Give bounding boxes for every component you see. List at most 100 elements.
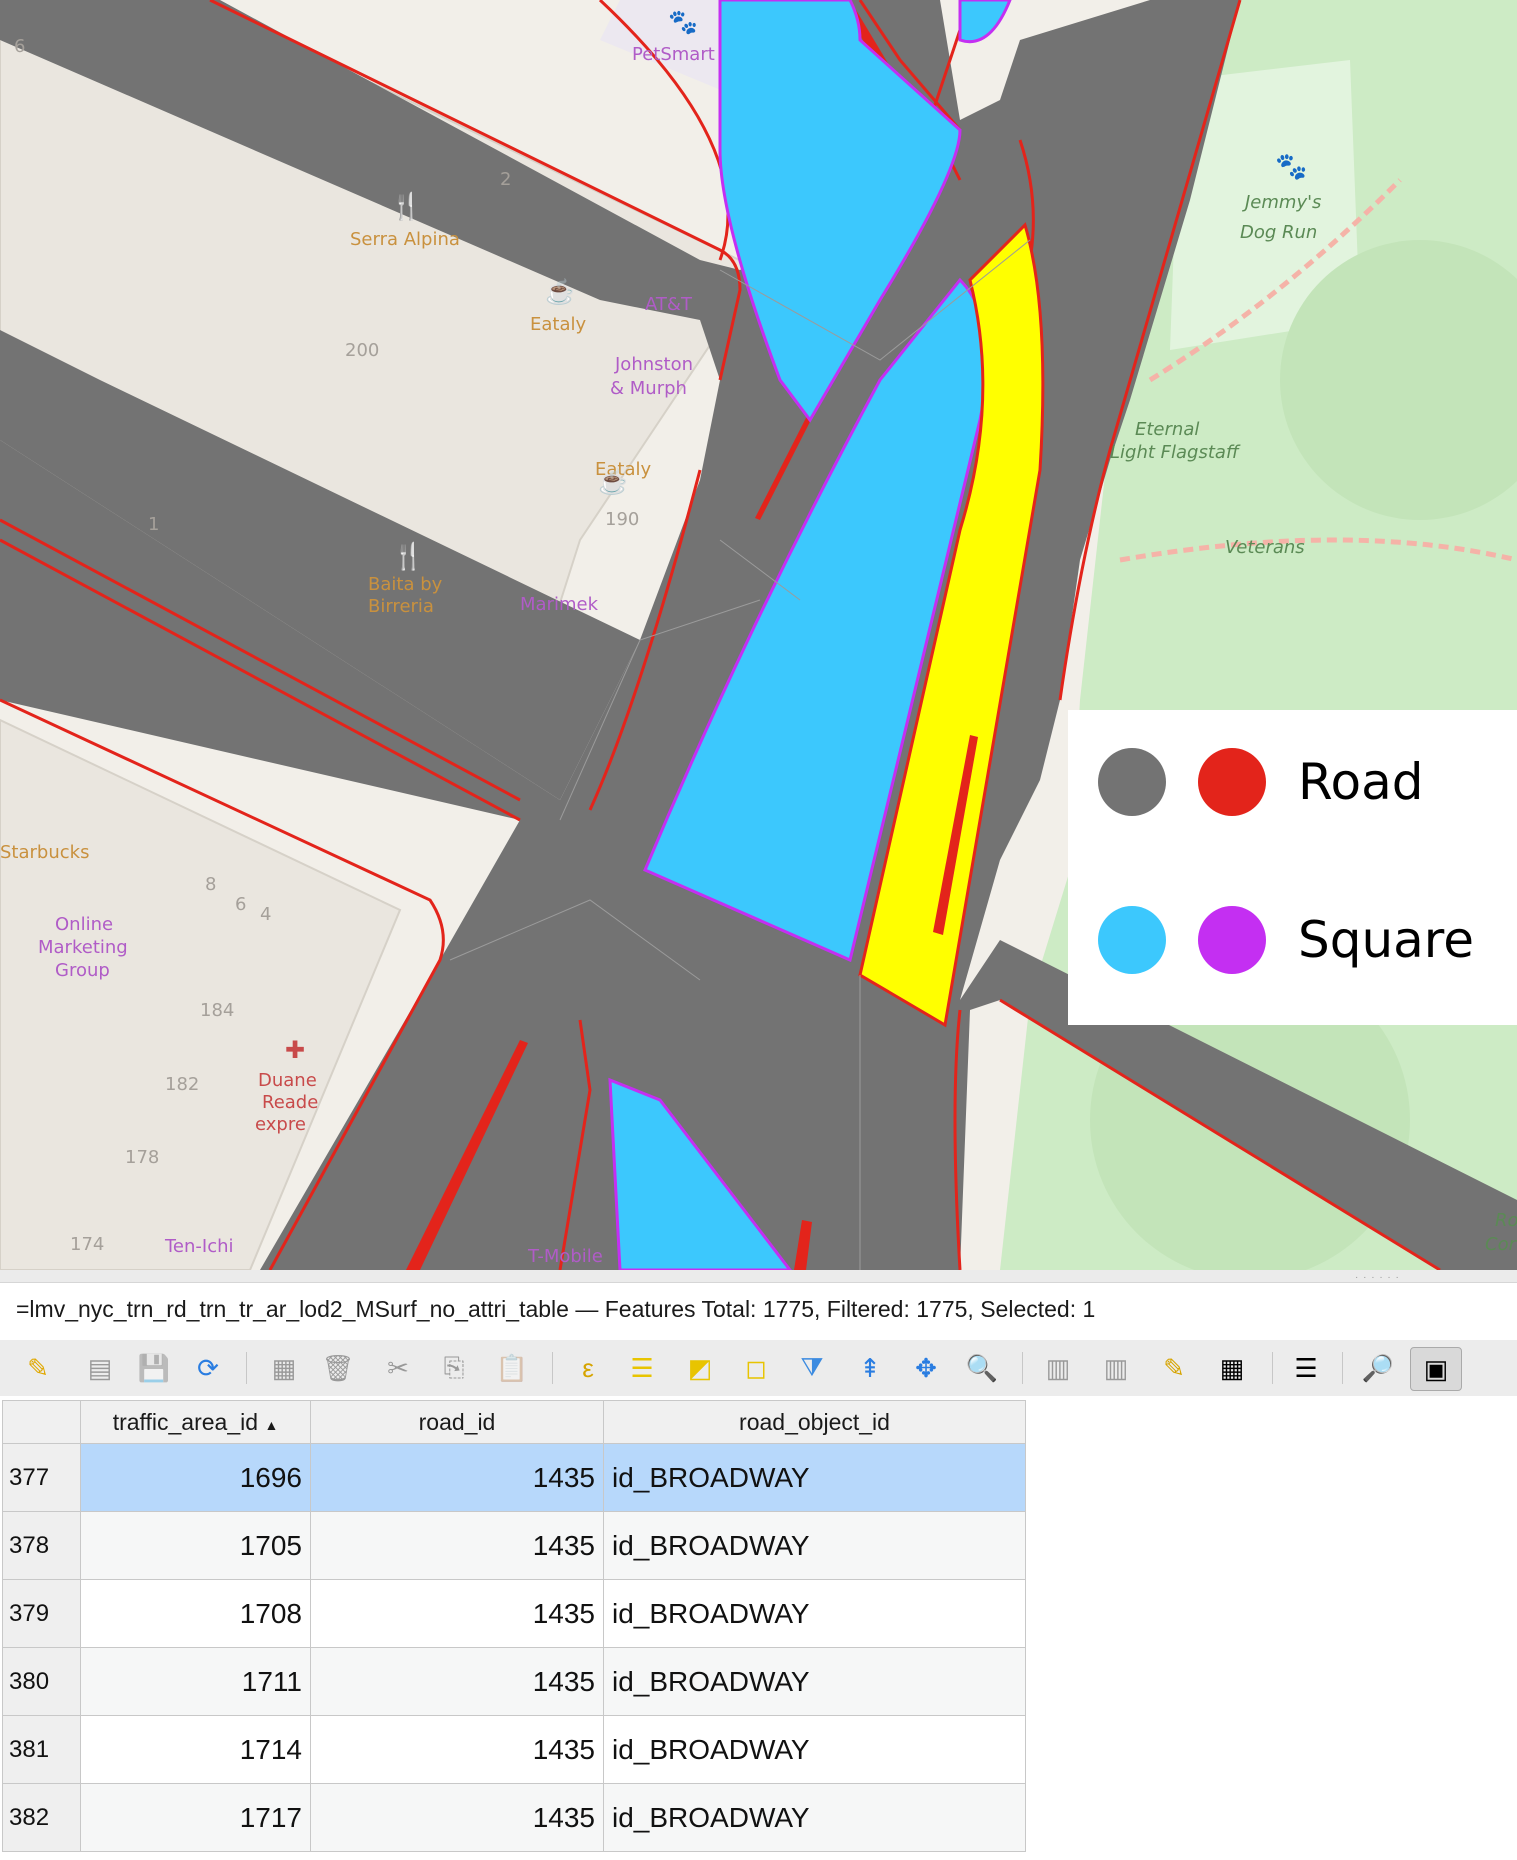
paste-icon[interactable]: 📋 bbox=[490, 1347, 534, 1389]
map-layers: PetSmart Serra Alpina Eataly AT&T Johnst… bbox=[0, 0, 1517, 1270]
map-label: Serra Alpina bbox=[350, 229, 460, 250]
map-label: Eataly bbox=[530, 314, 586, 335]
deselect-icon[interactable]: ◻ bbox=[734, 1347, 778, 1389]
map-label: Light Flagstaff bbox=[1110, 442, 1241, 463]
actions-icon[interactable]: ☰ bbox=[1284, 1347, 1328, 1389]
map-label: PetSmart bbox=[632, 44, 715, 65]
cafe-icon: ☕ bbox=[545, 277, 575, 306]
legend-row-square: Square bbox=[1098, 900, 1474, 980]
row-number[interactable]: 382 bbox=[2, 1783, 81, 1852]
table-cell[interactable]: 1717 bbox=[80, 1783, 311, 1852]
table-cell[interactable]: 1435 bbox=[310, 1511, 604, 1580]
map-label: Duane bbox=[258, 1070, 317, 1091]
pharmacy-icon: ✚ bbox=[285, 1037, 305, 1064]
reload-icon[interactable]: ⟳ bbox=[186, 1347, 230, 1389]
row-number[interactable]: 380 bbox=[2, 1647, 81, 1716]
column-header-traffic-area-id[interactable]: traffic_area_id ▲ bbox=[80, 1400, 311, 1444]
select-all-icon[interactable]: ☰ bbox=[620, 1347, 664, 1389]
zoom-to-selected-icon[interactable]: 🔍 bbox=[960, 1347, 1004, 1389]
table-row[interactable]: 381 1714 1435 id_BROADWAY bbox=[2, 1715, 1026, 1784]
table-cell[interactable]: id_BROADWAY bbox=[603, 1511, 1026, 1580]
new-field-icon[interactable]: ▥ bbox=[1036, 1347, 1080, 1389]
row-number[interactable]: 378 bbox=[2, 1511, 81, 1580]
row-header-corner bbox=[2, 1400, 81, 1444]
attribute-table-title: =lmv_nyc_trn_rd_trn_tr_ar_lod2_MSurf_no_… bbox=[16, 1296, 1096, 1322]
map-label: 6 bbox=[235, 894, 246, 915]
column-header-road-object-id[interactable]: road_object_id bbox=[603, 1400, 1026, 1444]
copy-icon[interactable]: ⎘ bbox=[432, 1347, 476, 1389]
map-canvas[interactable]: PetSmart Serra Alpina Eataly AT&T Johnst… bbox=[0, 0, 1517, 1270]
delete-feature-icon[interactable]: 🗑 bbox=[316, 1347, 360, 1389]
panel-splitter[interactable]: · · · · · · bbox=[0, 1270, 1517, 1283]
invert-selection-icon[interactable]: ◩ bbox=[678, 1347, 722, 1389]
map-label: 2 bbox=[500, 169, 511, 190]
table-cell[interactable]: id_BROADWAY bbox=[603, 1715, 1026, 1784]
table-cell[interactable]: id_BROADWAY bbox=[603, 1783, 1026, 1852]
table-view-icon[interactable]: ▣ bbox=[1410, 1347, 1462, 1391]
map-label: Group bbox=[55, 960, 110, 981]
map-label: 182 bbox=[165, 1074, 199, 1095]
conditional-format-icon[interactable]: ▦ bbox=[1210, 1347, 1254, 1389]
map-label: Reade bbox=[262, 1092, 318, 1113]
map-label: Marimek bbox=[520, 594, 599, 615]
pan-to-selected-icon[interactable]: ✥ bbox=[904, 1347, 948, 1389]
table-row[interactable]: 380 1711 1435 id_BROADWAY bbox=[2, 1647, 1026, 1716]
table-row[interactable]: 377 1696 1435 id_BROADWAY bbox=[2, 1443, 1026, 1512]
move-to-top-icon[interactable]: ⇞ bbox=[848, 1347, 892, 1389]
row-number[interactable]: 377 bbox=[2, 1443, 81, 1512]
open-field-calculator-icon[interactable]: ✎ bbox=[1152, 1347, 1196, 1389]
table-cell[interactable]: 1435 bbox=[310, 1647, 604, 1716]
filter-selection-icon[interactable]: ⧩ bbox=[790, 1347, 834, 1389]
row-number[interactable]: 381 bbox=[2, 1715, 81, 1784]
map-label: Dog Run bbox=[1240, 222, 1317, 243]
dock-icon[interactable]: 🔎 bbox=[1356, 1347, 1400, 1389]
add-feature-icon[interactable]: ▦ bbox=[262, 1347, 306, 1389]
attribute-table-toolbar: ✎ ▤ 💾 ⟳ ▦ 🗑 ✂ ⎘ 📋 ε ☰ ◩ ◻ ⧩ ⇞ ✥ 🔍 ▥ ▥ ✎ … bbox=[0, 1340, 1517, 1396]
table-cell[interactable]: 1696 bbox=[80, 1443, 311, 1512]
map-label: AT&T bbox=[645, 294, 693, 315]
table-cell[interactable]: 1711 bbox=[80, 1647, 311, 1716]
table-cell[interactable]: 1435 bbox=[310, 1715, 604, 1784]
map-label: Ten-Ichi bbox=[164, 1236, 234, 1257]
toggle-editing-icon[interactable]: ✎ bbox=[16, 1347, 60, 1389]
map-label: Jemmy's bbox=[1242, 192, 1321, 213]
map-label: Ro bbox=[1495, 1210, 1517, 1231]
legend-label-square: Square bbox=[1298, 911, 1475, 969]
table-cell[interactable]: 1714 bbox=[80, 1715, 311, 1784]
cut-icon[interactable]: ✂ bbox=[376, 1347, 420, 1389]
table-row[interactable]: 379 1708 1435 id_BROADWAY bbox=[2, 1579, 1026, 1648]
table-cell[interactable]: 1435 bbox=[310, 1579, 604, 1648]
map-label: 184 bbox=[200, 1000, 234, 1021]
attribute-table: traffic_area_id ▲ road_id road_object_id… bbox=[2, 1400, 1026, 1852]
legend-row-road: Road bbox=[1098, 742, 1423, 822]
map-label: 200 bbox=[345, 340, 379, 361]
map-label: T-Mobile bbox=[527, 1246, 603, 1267]
map-label: Cor bbox=[1485, 1234, 1517, 1255]
map-label: Johnston bbox=[614, 354, 693, 375]
map-label: & Murph bbox=[610, 378, 687, 399]
delete-field-icon[interactable]: ▥ bbox=[1094, 1347, 1138, 1389]
save-edits-icon[interactable]: 💾 bbox=[132, 1347, 176, 1389]
column-header-road-id[interactable]: road_id bbox=[310, 1400, 604, 1444]
dog-park-icon: 🐾 bbox=[1275, 151, 1307, 181]
map-label: 174 bbox=[70, 1234, 104, 1255]
map-label: 6 bbox=[14, 36, 25, 57]
table-cell[interactable]: id_BROADWAY bbox=[603, 1443, 1026, 1512]
table-cell[interactable]: 1705 bbox=[80, 1511, 311, 1580]
table-cell[interactable]: 1435 bbox=[310, 1443, 604, 1512]
map-label: Veterans bbox=[1225, 537, 1305, 558]
restaurant-icon: 🍴 bbox=[390, 191, 422, 222]
square-outline-swatch bbox=[1198, 906, 1266, 974]
table-cell[interactable]: id_BROADWAY bbox=[603, 1579, 1026, 1648]
row-number[interactable]: 379 bbox=[2, 1579, 81, 1648]
table-row[interactable]: 382 1717 1435 id_BROADWAY bbox=[2, 1783, 1026, 1852]
table-cell[interactable]: 1435 bbox=[310, 1783, 604, 1852]
expression-select-icon[interactable]: ε bbox=[566, 1347, 610, 1389]
table-cell[interactable]: 1708 bbox=[80, 1579, 311, 1648]
table-row[interactable]: 378 1705 1435 id_BROADWAY bbox=[2, 1511, 1026, 1580]
road-outline-swatch bbox=[1198, 748, 1266, 816]
map-label: Marketing bbox=[38, 937, 128, 958]
table-cell[interactable]: id_BROADWAY bbox=[603, 1647, 1026, 1716]
multi-edit-icon[interactable]: ▤ bbox=[78, 1347, 122, 1389]
map-label: 8 bbox=[205, 874, 216, 895]
